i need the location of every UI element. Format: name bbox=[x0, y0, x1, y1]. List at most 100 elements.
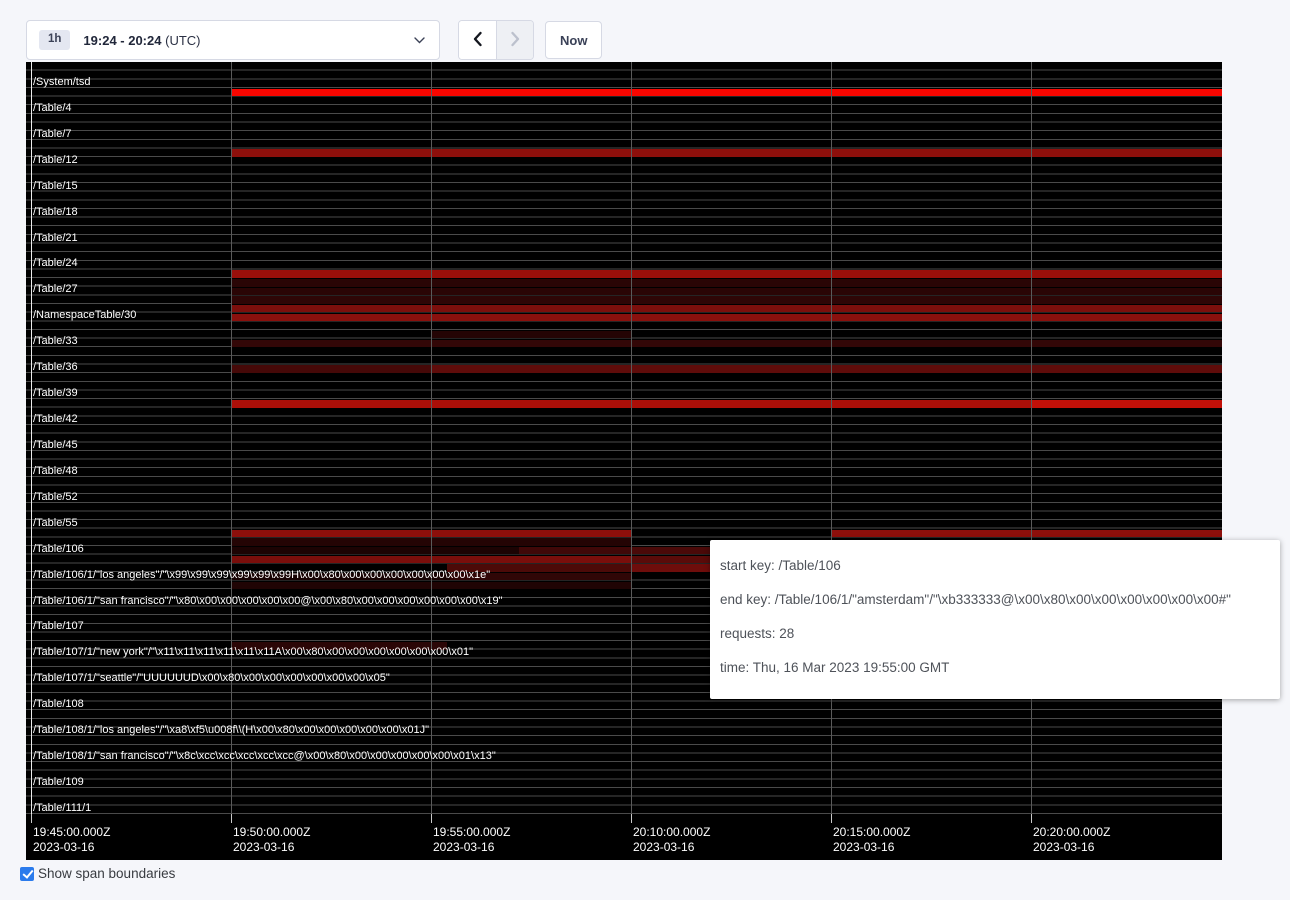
vertical-gridline bbox=[231, 62, 232, 820]
row-label: /Table/36 bbox=[33, 361, 78, 374]
time-range-value: 19:24 - 20:24 bbox=[83, 33, 161, 48]
x-axis-label: 19:50:00.000Z2023-03-16 bbox=[233, 825, 310, 855]
row-label: /Table/24 bbox=[33, 257, 78, 270]
heat-band[interactable] bbox=[519, 547, 631, 555]
row-label: /Table/107/1/"new york"/"\x11\x11\x11\x1… bbox=[33, 646, 473, 659]
row-label: /Table/106/1/"los angeles"/"\x99\x99\x99… bbox=[33, 569, 490, 582]
row-label: /Table/55 bbox=[33, 517, 78, 530]
heat-band[interactable] bbox=[231, 270, 1222, 278]
heat-band[interactable] bbox=[231, 547, 519, 555]
heat-band[interactable] bbox=[231, 296, 1222, 304]
x-axis-time: 19:45:00.000Z bbox=[33, 825, 110, 840]
row-label: /Table/33 bbox=[33, 335, 78, 348]
axis-tick bbox=[31, 814, 32, 823]
row-label: /Table/108 bbox=[33, 698, 84, 711]
time-nav-group bbox=[458, 20, 534, 60]
timezone-label: (UTC) bbox=[165, 33, 200, 48]
heat-band[interactable] bbox=[1031, 400, 1222, 408]
heat-band[interactable] bbox=[231, 365, 431, 373]
x-axis-label: 20:20:00.000Z2023-03-16 bbox=[1033, 825, 1110, 855]
axis-tick bbox=[1031, 814, 1032, 823]
row-label: /Table/106/1/"san francisco"/"\x80\x00\x… bbox=[33, 595, 503, 608]
row-label: /Table/108/1/"los angeles"/"\xa8\xf5\u00… bbox=[33, 724, 429, 737]
row-label: /Table/106 bbox=[33, 543, 84, 556]
axis-tick bbox=[831, 814, 832, 823]
vertical-gridline bbox=[631, 62, 632, 820]
heat-band[interactable] bbox=[231, 149, 1222, 157]
row-label: /Table/4 bbox=[33, 102, 72, 115]
x-axis-label: 19:45:00.000Z2023-03-16 bbox=[33, 825, 110, 855]
time-range-select[interactable]: 1h 19:24 - 20:24 (UTC) bbox=[26, 20, 440, 60]
row-label: /Table/18 bbox=[33, 206, 78, 219]
chevron-right-icon bbox=[510, 31, 521, 50]
tooltip-line: end key: /Table/106/1/"amsterdam"/"\xb33… bbox=[720, 591, 1270, 608]
heat-band[interactable] bbox=[431, 331, 631, 339]
x-axis-time: 19:55:00.000Z bbox=[433, 825, 510, 840]
span-tooltip: start key: /Table/106 end key: /Table/106… bbox=[710, 540, 1280, 699]
row-label: /Table/107 bbox=[33, 620, 84, 633]
next-time-button[interactable] bbox=[496, 21, 533, 59]
x-axis-date: 2023-03-16 bbox=[433, 840, 510, 855]
heat-band[interactable] bbox=[231, 288, 1222, 296]
row-label: /Table/111/1 bbox=[33, 802, 91, 815]
check-icon bbox=[22, 867, 33, 879]
row-label: /NamespaceTable/30 bbox=[33, 309, 136, 322]
heat-band[interactable] bbox=[631, 556, 710, 564]
x-axis-date: 2023-03-16 bbox=[1033, 840, 1110, 855]
vertical-gridline bbox=[831, 62, 832, 820]
x-axis-date: 2023-03-16 bbox=[633, 840, 710, 855]
vertical-gridline bbox=[431, 62, 432, 820]
x-axis-time: 20:10:00.000Z bbox=[633, 825, 710, 840]
axis-tick bbox=[431, 814, 432, 823]
x-axis-label: 19:55:00.000Z2023-03-16 bbox=[433, 825, 510, 855]
chevron-left-icon bbox=[472, 31, 483, 50]
row-label: /Table/109 bbox=[33, 776, 84, 789]
x-axis-date: 2023-03-16 bbox=[833, 840, 910, 855]
heat-band[interactable] bbox=[831, 530, 1222, 538]
heat-band[interactable] bbox=[231, 305, 1222, 313]
x-axis-date: 2023-03-16 bbox=[233, 840, 310, 855]
row-label: /Table/12 bbox=[33, 154, 78, 167]
row-label: /Table/7 bbox=[33, 128, 72, 141]
row-label: /Table/107/1/"seattle"/"UUUUUUD\x00\x80\… bbox=[33, 672, 390, 685]
horizontal-gridlines bbox=[26, 62, 1222, 821]
x-axis-label: 20:15:00.000Z2023-03-16 bbox=[833, 825, 910, 855]
heat-band[interactable] bbox=[231, 340, 1222, 348]
now-button[interactable]: Now bbox=[545, 21, 602, 59]
show-span-boundaries-checkbox[interactable] bbox=[20, 867, 34, 881]
row-label: /Table/45 bbox=[33, 439, 78, 452]
x-axis-date: 2023-03-16 bbox=[33, 840, 110, 855]
row-label: /Table/42 bbox=[33, 413, 78, 426]
tooltip-line: requests: 28 bbox=[720, 625, 1270, 642]
heat-band[interactable] bbox=[231, 279, 1222, 287]
vertical-gridline bbox=[1031, 62, 1032, 820]
tooltip-line: time: Thu, 16 Mar 2023 19:55:00 GMT bbox=[720, 659, 1270, 676]
row-label: /Table/21 bbox=[33, 232, 78, 245]
footer-controls: Show span boundaries bbox=[20, 866, 175, 881]
row-label: /Table/48 bbox=[33, 465, 78, 478]
left-axis-line bbox=[31, 62, 32, 820]
heat-band[interactable] bbox=[631, 564, 710, 572]
axis-tick bbox=[231, 814, 232, 823]
row-label: /Table/108/1/"san francisco"/"\x8c\xcc\x… bbox=[33, 750, 496, 763]
x-axis-label: 20:10:00.000Z2023-03-16 bbox=[633, 825, 710, 855]
duration-badge: 1h bbox=[39, 30, 70, 50]
tooltip-line: start key: /Table/106 bbox=[720, 557, 1270, 574]
row-label: /Table/15 bbox=[33, 180, 78, 193]
previous-time-button[interactable] bbox=[459, 21, 496, 59]
row-label: /System/tsd bbox=[33, 76, 90, 89]
x-axis-time: 19:50:00.000Z bbox=[233, 825, 310, 840]
row-label: /Table/27 bbox=[33, 283, 78, 296]
heat-band[interactable] bbox=[231, 89, 1222, 97]
x-axis-time: 20:15:00.000Z bbox=[833, 825, 910, 840]
heat-band[interactable] bbox=[431, 365, 1222, 373]
x-axis-time: 20:20:00.000Z bbox=[1033, 825, 1110, 840]
heatmap-canvas[interactable]: /System/tsd/Table/4/Table/7/Table/12/Tab… bbox=[26, 62, 1222, 860]
axis-tick bbox=[631, 814, 632, 823]
row-label: /Table/39 bbox=[33, 387, 78, 400]
heat-band[interactable] bbox=[231, 314, 1222, 322]
time-range-text: 19:24 - 20:24 (UTC) bbox=[83, 33, 200, 48]
heat-band[interactable] bbox=[631, 547, 710, 555]
chevron-down-icon bbox=[414, 37, 425, 44]
row-label: /Table/52 bbox=[33, 491, 78, 504]
